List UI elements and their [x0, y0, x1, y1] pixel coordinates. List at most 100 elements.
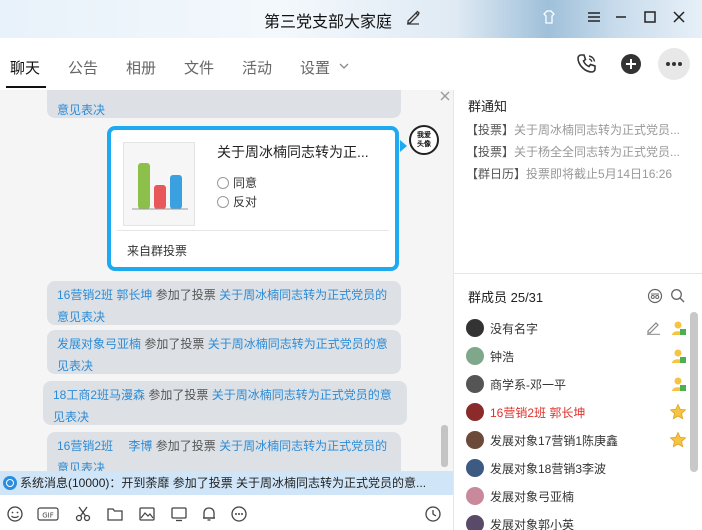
emoji-icon[interactable]: [6, 505, 24, 523]
tab-activities[interactable]: 活动: [242, 57, 272, 78]
member-name[interactable]: 16营销2班 郭长坤: [57, 288, 152, 302]
notice-tag: 【投票】: [466, 145, 515, 159]
anonymous-icon[interactable]: [647, 288, 663, 304]
tab-announcements[interactable]: 公告: [68, 57, 98, 78]
member-name: 发展对象郭小英: [490, 517, 575, 530]
tab-chat[interactable]: 聊天: [10, 57, 40, 78]
tab-files[interactable]: 文件: [184, 57, 214, 78]
member-name: 没有名字: [490, 321, 539, 336]
notice-item[interactable]: 【群日历】投票即将截止5月14日16:26: [466, 165, 688, 182]
chat-area[interactable]: 意见表决 关于周冰楠同志转为正... 同意 反对 来自群投票 我爱 头像 16营…: [0, 90, 453, 471]
member-name: 商学系-邓一平: [490, 377, 566, 392]
sender-avatar[interactable]: 我爱 头像: [409, 125, 439, 155]
avatar: [466, 431, 484, 449]
option-label: 同意: [233, 176, 258, 190]
skin-icon[interactable]: [540, 8, 558, 26]
close-icon[interactable]: [439, 90, 451, 102]
message-verb: 参加了投票: [148, 388, 209, 402]
members-title: 群成员 25/31: [468, 290, 544, 305]
notice-text: 投票即将截止5月14日16:26: [526, 167, 673, 181]
chat-scrollbar[interactable]: [441, 425, 448, 467]
folder-icon[interactable]: [106, 505, 124, 523]
member-item[interactable]: 没有名字: [466, 317, 691, 339]
vote-title: 关于周冰楠同志转为正...: [217, 144, 369, 160]
message-verb: 参加了投票: [155, 439, 216, 453]
plus-circle-icon: [621, 54, 641, 74]
notice-tag: 【投票】: [466, 123, 515, 137]
system-message-text: 系统消息(10000)：开到荼靡 参加了投票 关于周冰楠同志转为正式党员的意..…: [20, 476, 427, 490]
divider: [454, 273, 702, 274]
option-label: 反对: [233, 195, 258, 209]
member-name[interactable]: 18工商2班马漫森: [53, 388, 145, 402]
message-bubble: 16营销2班 李博 参加了投票 关于周冰楠同志转为正式党员的意见表决: [47, 432, 401, 471]
scissors-icon[interactable]: [74, 505, 92, 523]
history-icon[interactable]: [424, 505, 442, 523]
avatar: [466, 319, 484, 337]
member-name[interactable]: 发展对象弓亚楠: [57, 337, 141, 351]
gif-icon[interactable]: GIF: [37, 505, 59, 523]
more-circle-icon[interactable]: [230, 505, 248, 523]
window-title: 第三党支部大家庭: [264, 14, 393, 31]
search-icon[interactable]: [670, 288, 685, 303]
member-name: 16营销2班 郭长坤: [490, 405, 586, 420]
member-item[interactable]: 发展对象18营销3李波: [466, 457, 691, 479]
admin-icon: [672, 349, 686, 363]
member-name: 发展对象17营销1陈庚鑫: [490, 433, 619, 448]
avatar: [466, 403, 484, 421]
avatar: [466, 459, 484, 477]
notice-item[interactable]: 【投票】关于周冰楠同志转为正式党员...: [466, 121, 688, 138]
image-icon[interactable]: [138, 505, 156, 523]
admin-icon: [672, 377, 686, 391]
more-button[interactable]: [658, 48, 690, 80]
notice-text: 关于周冰楠同志转为正式党员...: [514, 123, 681, 137]
edit-icon[interactable]: [405, 9, 421, 25]
member-name[interactable]: 16营销2班 李博: [57, 439, 152, 453]
close-icon[interactable]: [670, 8, 688, 26]
avatar: [466, 347, 484, 365]
member-item[interactable]: 发展对象17营销1陈庚鑫: [466, 429, 691, 451]
vote-option-oppose[interactable]: 反对: [217, 193, 257, 210]
bubble-arrow: [400, 140, 407, 152]
member-name: 发展对象18营销3李波: [490, 461, 607, 476]
member-item[interactable]: 钟浩: [466, 345, 691, 367]
add-button[interactable]: [615, 48, 647, 80]
message-bubble: 16营销2班 郭长坤 参加了投票 关于周冰楠同志转为正式党员的意见表决: [47, 281, 401, 325]
avatar-text: 我爱 头像: [417, 132, 431, 148]
bar-chart-icon: [123, 142, 195, 226]
star-icon: [669, 431, 687, 448]
system-message-bar[interactable]: 系统消息(10000)：开到荼靡 参加了投票 关于周冰楠同志转为正式党员的意..…: [0, 471, 453, 495]
member-item[interactable]: 发展对象弓亚楠: [466, 485, 691, 507]
vote-card[interactable]: 关于周冰楠同志转为正... 同意 反对 来自群投票: [107, 126, 407, 271]
vote-link[interactable]: 意见表决: [57, 103, 105, 117]
member-name: 钟浩: [490, 349, 515, 364]
tab-settings[interactable]: 设置: [300, 57, 330, 78]
member-name: 发展对象弓亚楠: [490, 489, 575, 504]
message-verb: 参加了投票: [155, 288, 216, 302]
call-button[interactable]: [571, 48, 603, 80]
radio-icon: [217, 176, 229, 189]
admin-icon: [672, 321, 686, 335]
screen-icon[interactable]: [170, 505, 188, 523]
group-nav: 聊天 公告 相册 文件 活动 设置: [0, 38, 702, 90]
vote-source: 来自群投票: [127, 244, 188, 258]
maximize-icon[interactable]: [641, 8, 659, 26]
bell-icon[interactable]: [200, 505, 218, 523]
active-tab-indicator: [6, 86, 46, 88]
message-verb: 参加了投票: [144, 337, 205, 351]
member-item[interactable]: 发展对象郭小英: [466, 513, 691, 530]
input-toolbar: GIF: [0, 495, 453, 530]
ellipsis-icon: [666, 62, 682, 66]
notice-item[interactable]: 【投票】关于杨全全同志转为正式党员...: [466, 143, 688, 160]
vote-option-agree[interactable]: 同意: [217, 174, 257, 191]
avatar: [466, 375, 484, 393]
member-item[interactable]: 16营销2班 郭长坤: [466, 401, 691, 423]
chevron-down-icon[interactable]: [339, 62, 349, 70]
member-item[interactable]: 商学系-邓一平: [466, 373, 691, 395]
minimize-icon[interactable]: [612, 8, 630, 26]
edit-icon[interactable]: [646, 320, 661, 335]
tab-album[interactable]: 相册: [126, 57, 156, 78]
notice-title: 群通知: [468, 99, 508, 114]
member-list-scrollbar[interactable]: [690, 312, 698, 472]
menu-icon[interactable]: [585, 8, 603, 26]
notification-icon: [3, 476, 17, 490]
